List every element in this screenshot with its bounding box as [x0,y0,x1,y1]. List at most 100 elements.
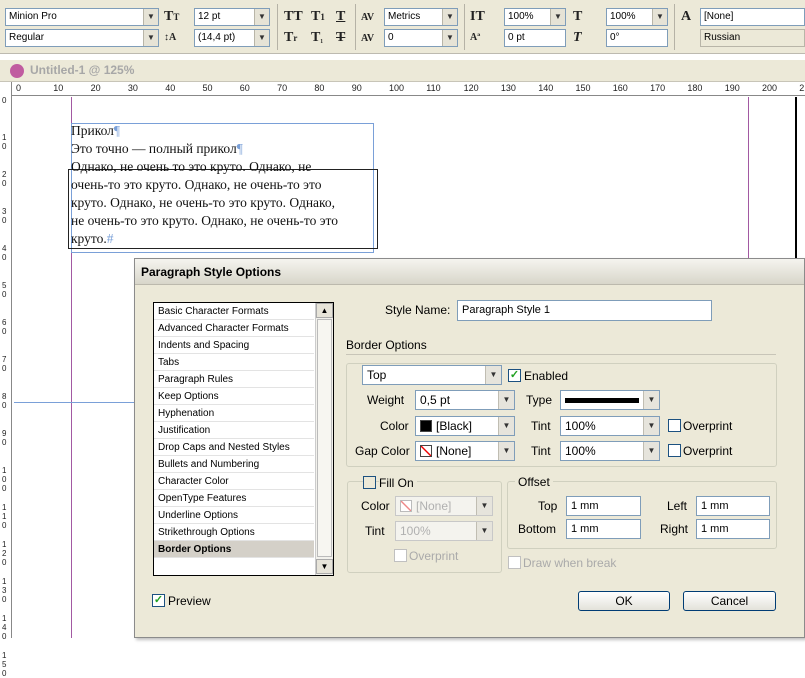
text-line: Это точно — полный прикол¶ [71,141,243,156]
category-item[interactable]: OpenType Features [154,490,314,507]
chevron-down-icon: ▼ [643,417,659,435]
draw-when-break-label: Draw when break [523,556,617,570]
fill-color-select[interactable]: [None] ▼ [395,496,493,516]
category-item[interactable]: Drop Caps and Nested Styles [154,439,314,456]
enabled-checkbox[interactable]: ✓ [508,369,521,382]
ruler-label: 60 [2,318,7,336]
text-line: круто.# [71,231,114,246]
font-size-field[interactable]: 12 pt ▼ [194,8,270,26]
color-select[interactable]: [Black] ▼ [415,416,515,436]
baseline-shift-icon: Aª [470,32,481,43]
font-size-icon: TT [164,9,180,24]
category-item[interactable]: Underline Options [154,507,314,524]
type-label: Type [526,393,553,407]
chevron-down-icon: ▼ [442,30,457,46]
category-item[interactable]: Border Options [154,541,314,558]
preview-checkbox[interactable]: ✓ [152,594,165,607]
category-item[interactable]: Advanced Character Formats [154,320,314,337]
category-list[interactable]: Basic Character Formats Advanced Characte… [153,302,334,576]
ruler-label: 20 [90,83,101,93]
fill-overprint-checkbox[interactable] [394,549,407,562]
document-tab[interactable]: Untitled-1 @ 125% [0,60,805,82]
tint-label: Tint [531,419,551,433]
subscript-icon[interactable]: T₁ [311,30,323,46]
bottom-offset-input[interactable]: 1 mm [566,519,641,539]
scroll-down-icon[interactable]: ▼ [316,559,333,574]
type-select[interactable]: ▼ [560,390,660,410]
chevron-down-icon: ▼ [254,9,269,25]
category-item[interactable]: Keep Options [154,388,314,405]
skew-field[interactable]: 0° [606,29,668,47]
category-item[interactable]: Character Color [154,473,314,490]
story-text[interactable]: Прикол¶ Это точно — полный прикол¶ Однак… [71,122,381,248]
fill-tint-field[interactable]: 100% ▼ [395,521,493,541]
font-style-select[interactable]: Regular ▼ [5,29,159,47]
gap-overprint-checkbox[interactable] [668,444,681,457]
gap-color-select[interactable]: [None] ▼ [415,441,515,461]
category-item[interactable]: Paragraph Rules [154,371,314,388]
category-item[interactable]: Strikethrough Options [154,524,314,541]
chevron-down-icon: ▼ [498,417,514,435]
dialog-title[interactable]: Paragraph Style Options [135,259,804,285]
chevron-down-icon: ▼ [442,9,457,25]
font-family-select[interactable]: Minion Pro ▼ [5,8,159,26]
tracking-field[interactable]: 0 ▼ [384,29,458,47]
cancel-button[interactable]: Cancel [683,591,776,611]
style-name-input[interactable]: Paragraph Style 1 [457,300,712,321]
ruler-label: 100 [389,83,405,93]
overprint-checkbox[interactable] [668,419,681,432]
superscript-icon[interactable]: T1 [311,9,325,25]
category-item[interactable]: Bullets and Numbering [154,456,314,473]
draw-when-break-checkbox[interactable] [508,556,521,569]
text-line: Прикол¶ [71,123,121,138]
baseline-shift-field[interactable]: 0 pt [504,29,566,47]
scrollbar[interactable]: ▲ ▼ [315,303,333,575]
vertical-scale-field[interactable]: 100% ▼ [504,8,566,26]
left-offset-input[interactable]: 1 mm [696,496,770,516]
ruler-label: 150 [2,651,7,678]
chevron-down-icon: ▼ [498,391,514,409]
fill-on-checkbox[interactable] [363,476,376,489]
chevron-down-icon: ▼ [550,9,565,25]
small-caps-icon[interactable]: Tr [284,30,297,46]
weight-field[interactable]: 0,5 pt ▼ [415,390,515,410]
ruler-label: 10 [53,83,64,93]
ruler-label: 210 [799,83,805,93]
style-name-label: Style Name: [385,303,451,317]
horizontal-scale-field[interactable]: 100% ▼ [606,8,668,26]
scroll-up-icon[interactable]: ▲ [316,303,333,318]
paragraph-style-options-dialog: Paragraph Style Options Basic Character … [134,258,805,638]
ruler-label: 40 [165,83,176,93]
leading-field[interactable]: (14,4 pt) ▼ [194,29,270,47]
category-item[interactable]: Basic Character Formats [154,303,314,320]
category-item[interactable]: Justification [154,422,314,439]
category-item[interactable]: Tabs [154,354,314,371]
category-item[interactable]: Indents and Spacing [154,337,314,354]
right-offset-label: Right [660,522,689,536]
all-caps-icon[interactable]: TT [284,9,303,25]
frame-edge [14,402,134,403]
language-select[interactable]: Russian [700,29,805,47]
chevron-down-icon: ▼ [485,366,501,384]
kerning-select[interactable]: Metrics ▼ [384,8,458,26]
ruler-label: 100 [2,466,7,493]
underline-icon[interactable]: T [336,9,345,25]
ruler-label: 180 [687,83,703,93]
horizontal-ruler[interactable]: 0 10 20 30 40 50 60 70 80 90 100 110 120 130 140 150 160… [12,82,805,96]
strikethrough-icon[interactable]: T [336,30,345,46]
document-title: Untitled-1 @ 125% [30,63,135,77]
ok-button[interactable]: OK [578,591,670,611]
character-style-field[interactable]: [None] [700,8,805,26]
top-offset-input[interactable]: 1 mm [566,496,641,516]
skew-icon: T [573,30,582,45]
vertical-ruler[interactable]: 0 10 20 30 40 50 60 70 80 90 100 110 120 130 140 150 [0,82,12,678]
tint-field[interactable]: 100% ▼ [560,416,660,436]
overprint-label: Overprint [683,419,733,433]
chevron-down-icon: ▼ [652,9,667,25]
ruler-label: 200 [762,83,778,93]
category-item[interactable]: Hyphenation [154,405,314,422]
side-select[interactable]: Top ▼ [362,365,502,385]
right-offset-input[interactable]: 1 mm [696,519,770,539]
gap-tint-field[interactable]: 100% ▼ [560,441,660,461]
scroll-thumb[interactable] [317,319,332,557]
